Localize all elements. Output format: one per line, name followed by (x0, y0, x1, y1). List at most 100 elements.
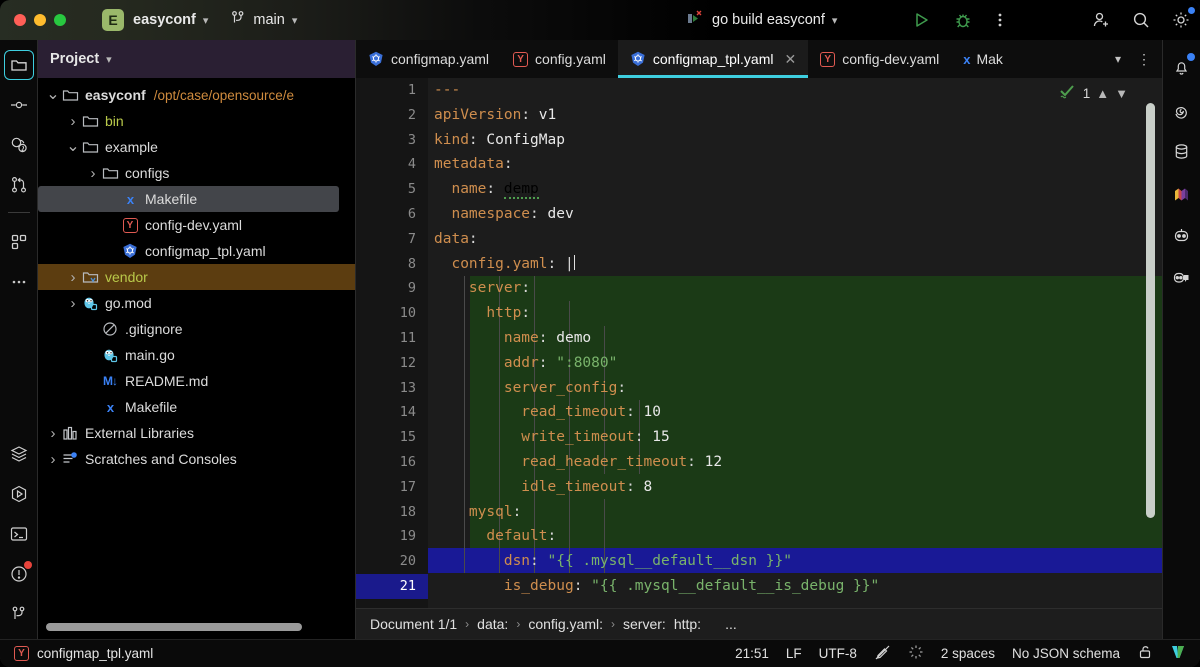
run-button[interactable] (908, 7, 934, 33)
tree-node-external-libraries[interactable]: ›External Libraries (38, 420, 355, 446)
chevron-down-icon[interactable]: ⌄ (46, 90, 60, 100)
chevron-down-icon[interactable]: ▾ (292, 14, 298, 27)
sidebar-item-project[interactable] (4, 50, 34, 80)
sidebar-item-git[interactable] (4, 599, 34, 629)
code-line[interactable]: is_debug: "{{ .mysql__default__is_debug … (428, 574, 1162, 599)
chevron-right-icon[interactable]: › (46, 451, 60, 468)
sidebar-item-bot[interactable] (1167, 220, 1197, 250)
code-line[interactable]: --- (428, 78, 1162, 103)
tab-configmap-yaml[interactable]: configmap.yaml (356, 40, 501, 78)
sidebar-item-makefile[interactable] (1167, 178, 1197, 208)
gear-icon[interactable] (1168, 7, 1194, 33)
status-file-info[interactable]: Y configmap_tpl.yaml (0, 646, 153, 661)
code-line[interactable]: config.yaml: | (428, 252, 1162, 277)
scrollbar-thumb[interactable] (46, 623, 302, 631)
tree-node--gitignore[interactable]: ›.gitignore (38, 316, 355, 342)
maximize-window-button[interactable] (54, 14, 66, 26)
code-line[interactable]: addr: ":8080" (428, 351, 1162, 376)
window-controls[interactable] (14, 14, 66, 26)
breadcrumb-item[interactable]: http: (674, 616, 701, 632)
sidebar-item-commit[interactable] (4, 90, 34, 120)
code-line[interactable]: name: demp (428, 177, 1162, 202)
breadcrumb[interactable]: Document 1/1›data:›config.yaml:›server:h… (356, 608, 1162, 639)
lock-open-icon[interactable] (1137, 644, 1153, 663)
minimize-window-button[interactable] (34, 14, 46, 26)
tree-node-example[interactable]: ⌄example (38, 134, 355, 160)
more-vertical-icon[interactable] (989, 7, 1011, 33)
no-edit-icon[interactable] (874, 644, 891, 664)
breadcrumb-item[interactable]: ... (725, 616, 737, 632)
code-line[interactable]: apiVersion: v1 (428, 103, 1162, 128)
project-horizontal-scrollbar[interactable] (46, 623, 346, 631)
tree-node-vendor[interactable]: ›vendor (38, 264, 355, 290)
chevron-down-icon[interactable]: ▾ (203, 14, 209, 27)
tree-node-main-go[interactable]: ›main.go (38, 342, 355, 368)
tree-node-makefile[interactable]: ›xMakefile (38, 394, 355, 420)
status-indent[interactable]: 2 spaces (941, 646, 995, 661)
chevron-down-icon[interactable]: ⌄ (66, 142, 80, 152)
sidebar-item-more[interactable] (4, 267, 34, 297)
sidebar-item-chat-bot[interactable] (1167, 262, 1197, 292)
editor-vertical-scrollbar[interactable] (1146, 103, 1155, 518)
sidebar-item-profiler[interactable] (1167, 94, 1197, 124)
tab-config-yaml[interactable]: Yconfig.yaml (501, 40, 618, 78)
code-line[interactable]: write_timeout: 15 (428, 425, 1162, 450)
tree-node-scratches-and-consoles[interactable]: ›Scratches and Consoles (38, 446, 355, 472)
tab-config-dev-yaml[interactable]: Yconfig-dev.yaml (808, 40, 951, 78)
breadcrumb-item[interactable]: server: (623, 616, 666, 632)
code-line[interactable]: idle_timeout: 8 (428, 475, 1162, 500)
code-line[interactable]: data: (428, 227, 1162, 252)
editor-tab-bar[interactable]: configmap.yamlYconfig.yamlconfigmap_tpl.… (356, 40, 1162, 78)
sidebar-item-terminal[interactable] (4, 519, 34, 549)
chevron-right-icon[interactable]: › (66, 113, 80, 130)
close-icon[interactable]: ✕ (784, 51, 796, 68)
debug-button[interactable] (950, 7, 976, 33)
code-line[interactable]: read_timeout: 10 (428, 400, 1162, 425)
code-editor[interactable]: 123456789101112131415161718192021 ---api… (356, 78, 1162, 608)
status-schema[interactable]: No JSON schema (1012, 646, 1120, 661)
sidebar-item-ai-assistant[interactable] (4, 130, 34, 160)
chevron-down-icon[interactable]: ▼ (1115, 86, 1128, 101)
sidebar-item-problems[interactable] (4, 559, 34, 589)
project-name[interactable]: easyconf (133, 12, 196, 28)
breadcrumb-item[interactable]: Document 1/1 (370, 616, 457, 632)
project-tree[interactable]: ⌄easyconf/opt/case/opensource/e›bin⌄exam… (38, 78, 355, 472)
tab-configmap-tpl-yaml[interactable]: configmap_tpl.yaml✕ (618, 40, 808, 78)
tab-bar-controls[interactable]: ▾⋮ (1106, 40, 1162, 78)
status-encoding[interactable]: UTF-8 (819, 646, 857, 661)
tree-node-configmap-tpl-yaml[interactable]: ›configmap_tpl.yaml (38, 238, 355, 264)
chevron-down-icon[interactable]: ▾ (832, 14, 838, 27)
branch-selector[interactable]: main ▾ (230, 10, 297, 31)
tree-node-config-dev-yaml[interactable]: ›Yconfig-dev.yaml (38, 212, 355, 238)
chevron-right-icon[interactable]: › (66, 295, 80, 312)
more-vertical-icon[interactable]: ⋮ (1132, 46, 1156, 72)
sidebar-item-notifications[interactable] (1167, 52, 1197, 82)
code-line[interactable]: dsn: "{{ .mysql__default__dsn }}" (428, 549, 1162, 574)
code-line[interactable]: default: (428, 524, 1162, 549)
code-line[interactable]: namespace: dev (428, 202, 1162, 227)
close-window-button[interactable] (14, 14, 26, 26)
code-line[interactable]: mysql: (428, 500, 1162, 525)
tab-mak[interactable]: xMak (951, 40, 1015, 78)
chevron-right-icon[interactable]: › (46, 425, 60, 442)
tree-node-configs[interactable]: ›configs (38, 160, 355, 186)
chevron-right-icon[interactable]: › (66, 269, 80, 286)
chevron-up-icon[interactable]: ▲ (1096, 86, 1109, 101)
inspection-widget[interactable]: 1 ▲ ▼ (1059, 84, 1128, 103)
breadcrumb-item[interactable]: config.yaml: (528, 616, 603, 632)
chevron-down-icon[interactable]: ▾ (106, 53, 112, 66)
validation-icon[interactable] (1170, 644, 1186, 663)
tree-node-readme-md[interactable]: ›M↓README.md (38, 368, 355, 394)
sidebar-item-database[interactable] (1167, 136, 1197, 166)
sidebar-item-run[interactable] (4, 479, 34, 509)
sidebar-item-services[interactable] (4, 439, 34, 469)
project-panel-header[interactable]: Project ▾ (38, 40, 355, 78)
tree-node-bin[interactable]: ›bin (38, 108, 355, 134)
sidebar-item-pull-requests[interactable] (4, 170, 34, 200)
code-content[interactable]: ---apiVersion: v1kind: ConfigMapmetadata… (428, 78, 1162, 608)
code-line[interactable]: metadata: (428, 152, 1162, 177)
code-line[interactable]: server: (428, 276, 1162, 301)
search-icon[interactable] (1128, 7, 1154, 33)
tree-node-makefile[interactable]: ›xMakefile (38, 186, 339, 212)
code-line[interactable]: http: (428, 301, 1162, 326)
